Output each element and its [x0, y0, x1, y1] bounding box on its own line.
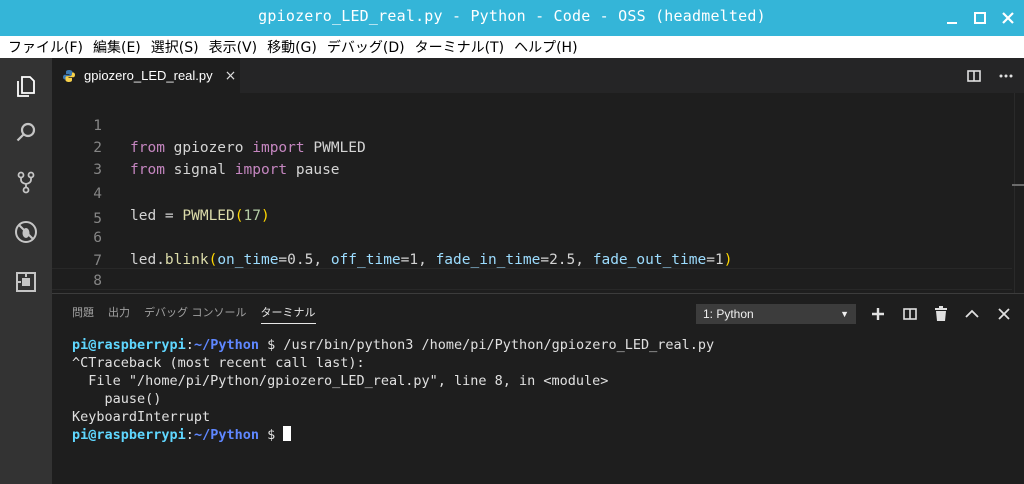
new-terminal-button[interactable] [868, 304, 888, 324]
minimize-icon [947, 22, 957, 24]
files-icon [17, 76, 35, 97]
panel-tabs: 問題 出力 デバッグ コンソール ターミナル [72, 304, 330, 324]
menu-selection[interactable]: 選択(S) [151, 37, 199, 57]
terminal-cursor [283, 426, 292, 441]
close-panel-button[interactable] [994, 304, 1014, 324]
terminal-line: ^CTraceback (most recent call last): [72, 355, 365, 371]
menu-terminal[interactable]: ターミナル(T) [415, 37, 504, 57]
editor-tab[interactable]: gpiozero_LED_real.py × [52, 58, 240, 93]
code-line: 4 led = PWMLED(17) [52, 161, 1012, 224]
menu-help[interactable]: ヘルプ(H) [514, 37, 577, 57]
search-button[interactable] [10, 116, 42, 148]
tab-problems[interactable]: 問題 [72, 304, 94, 324]
terminal-prompt-line: pi@raspberrypi:~/Python $ [72, 426, 714, 444]
code-line: 3 [52, 137, 1012, 178]
extensions-icon [16, 272, 36, 292]
minimize-button[interactable] [940, 6, 964, 30]
menu-edit[interactable]: 編集(E) [93, 37, 141, 57]
trash-icon [935, 306, 947, 321]
terminal-line: KeyboardInterrupt [72, 409, 211, 425]
menu-bar: ファイル(F) 編集(E) 選択(S) 表示(V) 移動(G) デバッグ(D) … [0, 36, 1024, 58]
kill-terminal-button[interactable] [931, 304, 951, 324]
git-branch-icon [17, 171, 35, 194]
editor-scrollbar[interactable] [1014, 93, 1024, 293]
code-line: 2 from signal import pause [52, 115, 1012, 178]
current-line: 9 [52, 268, 1012, 310]
terminal-select[interactable]: 1: Python ▼ [696, 304, 856, 324]
title-bar: gpiozero_LED_real.py - Python - Code - O… [0, 0, 1024, 36]
plus-icon [872, 308, 884, 320]
explorer-button[interactable] [10, 70, 42, 102]
tab-filename: gpiozero_LED_real.py [84, 68, 213, 83]
terminal-output[interactable]: pi@raspberrypi:~/Python $ /usr/bin/pytho… [72, 336, 714, 444]
terminal-line: File "/home/pi/Python/gpiozero_LED_real.… [72, 373, 609, 389]
tab-output[interactable]: 出力 [108, 304, 130, 324]
more-actions-button[interactable] [996, 66, 1016, 86]
activity-bar [0, 58, 52, 484]
scrollbar-cursor-marker [1012, 184, 1024, 186]
maximize-button[interactable] [968, 6, 992, 30]
close-window-button[interactable] [996, 6, 1020, 30]
window-title: gpiozero_LED_real.py - Python - Code - O… [258, 7, 766, 25]
code-editor[interactable]: 1 from gpiozero import PWMLED 2 from sig… [52, 93, 1024, 311]
python-file-icon [63, 69, 75, 82]
menu-view[interactable]: 表示(V) [209, 37, 258, 57]
terminal-line: pause() [72, 391, 162, 407]
search-icon [16, 122, 36, 142]
bottom-panel: 問題 出力 デバッグ コンソール ターミナル 1: Python ▼ pi@ra… [52, 293, 1024, 484]
split-editor-button[interactable] [964, 66, 984, 86]
tab-debug-console[interactable]: デバッグ コンソール [144, 304, 247, 324]
code-line: 1 from gpiozero import PWMLED [52, 93, 1012, 156]
tab-close-icon[interactable]: × [225, 68, 237, 84]
maximize-panel-button[interactable] [962, 304, 982, 324]
terminal-line: pi@raspberrypi:~/Python $ /usr/bin/pytho… [72, 337, 715, 353]
debug-button[interactable] [10, 216, 42, 248]
more-icon [999, 74, 1013, 78]
dropdown-arrow-icon: ▼ [840, 309, 849, 319]
close-icon [998, 308, 1010, 320]
maximize-icon [974, 12, 986, 24]
tab-terminal[interactable]: ターミナル [260, 304, 316, 324]
editor-tab-bar: gpiozero_LED_real.py × [52, 58, 1024, 93]
extensions-button[interactable] [10, 266, 42, 298]
code-line: 7 [52, 228, 1012, 269]
split-icon [903, 308, 917, 320]
terminal-select-value: 1: Python [703, 307, 754, 321]
no-bug-icon [15, 221, 37, 243]
code-line: 8 pause() [52, 248, 1012, 311]
menu-debug[interactable]: デバッグ(D) [327, 37, 405, 57]
menu-go[interactable]: 移動(G) [267, 37, 317, 57]
split-terminal-button[interactable] [900, 304, 920, 324]
code-line: 6 led.blink(on_time=0.5, off_time=1, fad… [52, 205, 1012, 268]
chevron-up-icon [965, 309, 979, 318]
close-icon [1002, 12, 1014, 24]
split-icon [967, 70, 981, 82]
source-control-button[interactable] [10, 166, 42, 198]
menu-file[interactable]: ファイル(F) [8, 37, 83, 57]
